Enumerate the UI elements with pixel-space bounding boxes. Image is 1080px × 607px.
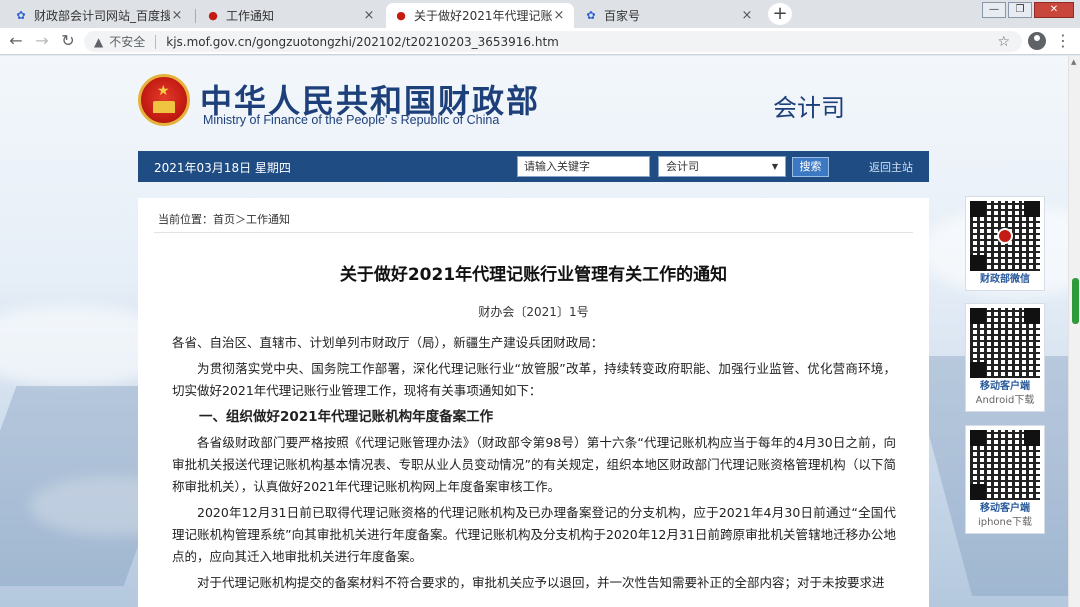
qr-card-iphone[interactable]: 移动客户端 iphone下载: [965, 425, 1045, 534]
site-subtitle: Ministry of Finance of the People' s Rep…: [203, 113, 500, 127]
profile-icon[interactable]: [1028, 32, 1046, 50]
article-title: 关于做好2021年代理记账行业管理有关工作的通知: [339, 265, 728, 285]
baidu-paw-icon: ✿: [16, 9, 26, 22]
emblem-gate: [153, 101, 175, 113]
minimize-button[interactable]: —: [982, 2, 1006, 18]
tab-work-notice[interactable]: ● 工作通知 ×: [198, 3, 384, 28]
new-tab-button[interactable]: +: [768, 3, 792, 25]
emblem-icon: ●: [208, 9, 218, 22]
baidu-paw-icon: ✿: [586, 9, 596, 22]
qr-sublabel: Android下载: [975, 395, 1035, 406]
current-date: 2021年03月18日 星期四: [154, 161, 291, 175]
warning-icon[interactable]: ▲: [94, 35, 103, 49]
intro-paragraph: 为贯彻落实党中央、国务院工作部署，深化代理记账行业“放管服”改革，持续转变政府职…: [172, 361, 896, 398]
national-emblem-icon[interactable]: ★: [138, 74, 190, 126]
url-text[interactable]: kjs.mof.gov.cn/gongzuotongzhi/202102/t20…: [166, 35, 559, 49]
qr-label: 移动客户端: [980, 503, 1030, 514]
divider: [154, 232, 913, 233]
department-name: 会计司: [773, 94, 845, 122]
restore-button[interactable]: ❐: [1008, 2, 1032, 18]
search-button[interactable]: 搜索: [792, 157, 829, 177]
tab-title: 百家号: [604, 9, 641, 23]
tab-active-article[interactable]: ● 关于做好2021年代理记账行业管 ×: [386, 3, 574, 28]
article-body: 各省、自治区、直辖市、计划单列市财政厅（局），新疆生产建设兵团财政局： 为贯彻落…: [172, 332, 896, 598]
url-separator: [155, 34, 157, 49]
scroll-up-icon[interactable]: ▲: [1071, 58, 1076, 66]
tab-close-icon[interactable]: ×: [362, 8, 376, 23]
forward-button[interactable]: →: [32, 31, 52, 51]
vertical-scrollbar[interactable]: ▲: [1068, 56, 1080, 607]
qr-card-android[interactable]: 移动客户端 Android下载: [965, 303, 1045, 412]
tab-separator: [195, 9, 196, 23]
qr-code-icon: [970, 201, 1040, 271]
menu-icon[interactable]: ⋮: [1055, 31, 1071, 50]
omnibox[interactable]: ▲ 不安全 kjs.mof.gov.cn/gongzuotongzhi/2021…: [84, 31, 1022, 52]
tab-close-icon[interactable]: ×: [552, 8, 566, 23]
tab-baijiahao[interactable]: ✿ 百家号 ×: [576, 3, 762, 28]
tab-close-icon[interactable]: ×: [740, 8, 754, 23]
qr-sublabel: iphone下载: [977, 517, 1033, 528]
addressee-line: 各省、自治区、直辖市、计划单列市财政厅（局），新疆生产建设兵团财政局：: [172, 335, 604, 350]
body-paragraph: 2020年12月31日前已取得代理记账资格的代理记账机构及已办理备案登记的分支机…: [172, 505, 896, 564]
address-bar: ← → ↻ ▲ 不安全 kjs.mof.gov.cn/gongzuotongzh…: [0, 28, 1080, 55]
emblem-star: ★: [157, 83, 170, 99]
chevron-down-icon: ▼: [771, 162, 778, 171]
emblem-icon: [997, 228, 1013, 244]
tab-title: 财政部会计司网站_百度搜索: [34, 9, 170, 23]
tab-title: 关于做好2021年代理记账行业管: [414, 9, 552, 23]
scope-select-value: 会计司: [666, 160, 699, 173]
tab-baidu-search[interactable]: ✿ 财政部会计司网站_百度搜索 ×: [6, 3, 192, 28]
document-number: 财办会〔2021〕1号: [478, 305, 589, 319]
tab-title: 工作通知: [226, 9, 275, 23]
section-heading: 一、组织做好2021年代理记账机构年度备案工作: [199, 409, 494, 425]
article-panel: 当前位置：首页＞工作通知 关于做好2021年代理记账行业管理有关工作的通知 财办…: [138, 198, 929, 607]
page-viewport: ★ 中华人民共和国财政部 Ministry of Finance of the …: [0, 56, 1068, 607]
search-input[interactable]: 请输入关键字: [517, 156, 650, 177]
qr-code-icon: [970, 308, 1040, 378]
security-label[interactable]: 不安全: [109, 33, 145, 50]
qr-sublabel: [966, 287, 1044, 290]
tab-bar: ✿ 财政部会计司网站_百度搜索 × ● 工作通知 × ● 关于做好2021年代理…: [0, 0, 1080, 28]
scope-select[interactable]: 会计司 ▼: [658, 156, 786, 177]
emblem-icon: ●: [396, 9, 406, 22]
window-controls: — ❐ ✕: [982, 2, 1074, 18]
body-paragraph: 各省级财政部门要严格按照《代理记账管理办法》（财政部令第98号）第十六条“代理记…: [172, 435, 896, 494]
bookmark-star-icon[interactable]: ☆: [997, 34, 1010, 50]
qr-code-icon: [970, 430, 1040, 500]
breadcrumb[interactable]: 当前位置：首页＞工作通知: [158, 211, 290, 227]
reload-button[interactable]: ↻: [58, 31, 78, 51]
close-window-button[interactable]: ✕: [1034, 2, 1074, 18]
nav-strip: 2021年03月18日 星期四 请输入关键字 会计司 ▼ 搜索 返回主站: [138, 151, 929, 182]
scroll-thumb[interactable]: [1072, 278, 1079, 324]
qr-label: 财政部微信: [980, 274, 1030, 285]
qr-label: 移动客户端: [980, 381, 1030, 392]
back-button[interactable]: ←: [6, 31, 26, 51]
body-paragraph: 对于代理记账机构提交的备案材料不符合要求的，审批机关应予以退回，并一次性告知需要…: [197, 575, 885, 590]
qr-card-wechat[interactable]: 财政部微信: [965, 196, 1045, 291]
tab-close-icon[interactable]: ×: [170, 8, 184, 23]
return-home-link[interactable]: 返回主站: [869, 159, 913, 175]
